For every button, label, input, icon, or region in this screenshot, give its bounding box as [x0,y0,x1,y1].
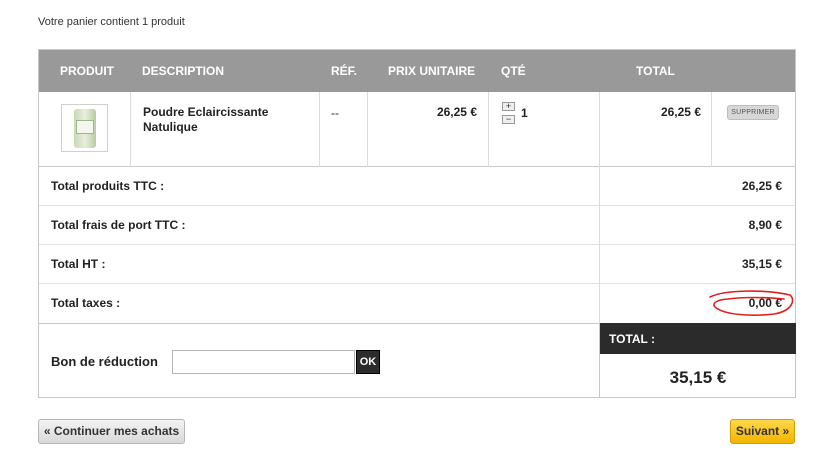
table-header: PRODUIT DESCRIPTION RÉF. PRIX UNITAIRE Q… [39,50,795,92]
taxes-label: Total taxes : [51,296,121,310]
total-ht-label: Total HT : [51,257,106,271]
product-line-total: 26,25 € [660,105,701,119]
column-divider [319,92,320,167]
coupon-label: Bon de réduction [51,354,158,369]
column-divider [130,92,131,167]
qty-increase-button[interactable]: + [502,102,515,111]
total-products-label: Total produits TTC : [51,179,165,193]
shipping-row: Total frais de port TTC : 8,90 € [39,206,795,245]
header-qty: QTÉ [501,64,526,78]
column-divider [599,245,600,284]
coupon-ok-button[interactable]: OK [356,350,380,374]
column-divider [711,92,712,167]
grand-total-value: 35,15 € [669,368,727,387]
column-divider [599,284,600,323]
total-products-value: 26,25 € [741,179,782,193]
product-label-image [76,120,94,134]
product-name[interactable]: Poudre Eclaircissante Natulique [143,105,293,135]
column-divider [488,92,489,167]
column-divider [599,206,600,245]
shipping-value: 8,90 € [748,218,782,232]
next-button[interactable]: Suivant » [730,419,795,444]
coupon-input[interactable] [172,350,355,374]
cart-item-row: Poudre Eclaircissante Natulique -- 26,25… [39,92,795,167]
total-ht-value: 35,15 € [741,257,782,271]
header-ref: RÉF. [331,64,358,78]
product-name-line2: Natulique [143,120,198,134]
total-products-row: Total produits TTC : 26,25 € [39,167,795,206]
qty-decrease-button[interactable]: − [502,115,515,124]
product-unit-price: 26,25 € [436,105,477,119]
column-divider [367,92,368,167]
header-unit-price: PRIX UNITAIRE [388,64,476,78]
cart-table: PRODUIT DESCRIPTION RÉF. PRIX UNITAIRE Q… [38,49,796,398]
remove-button[interactable]: SUPPRIMER [727,105,779,120]
header-total: TOTAL [636,64,675,78]
product-thumbnail[interactable] [61,104,108,152]
coupon-section: Bon de réduction OK [39,323,600,398]
total-ht-row: Total HT : 35,15 € [39,245,795,284]
column-divider [599,167,600,206]
header-description: DESCRIPTION [142,64,225,78]
shipping-label: Total frais de port TTC : [51,218,186,232]
qty-value: 1 [521,106,528,120]
continue-shopping-button[interactable]: « Continuer mes achats [38,419,185,444]
column-divider [599,92,600,167]
cart-summary: Votre panier contient 1 produit [38,16,185,28]
header-product: PRODUIT [60,64,114,78]
grand-total-label: TOTAL : [600,323,796,354]
grand-total-box: TOTAL : 35,15 € [599,323,796,398]
taxes-value: 0,00 € [748,296,782,310]
product-ref: -- [331,106,339,120]
taxes-row: Total taxes : 0,00 € [39,284,795,323]
product-name-line1: Poudre Eclaircissante [143,105,269,119]
